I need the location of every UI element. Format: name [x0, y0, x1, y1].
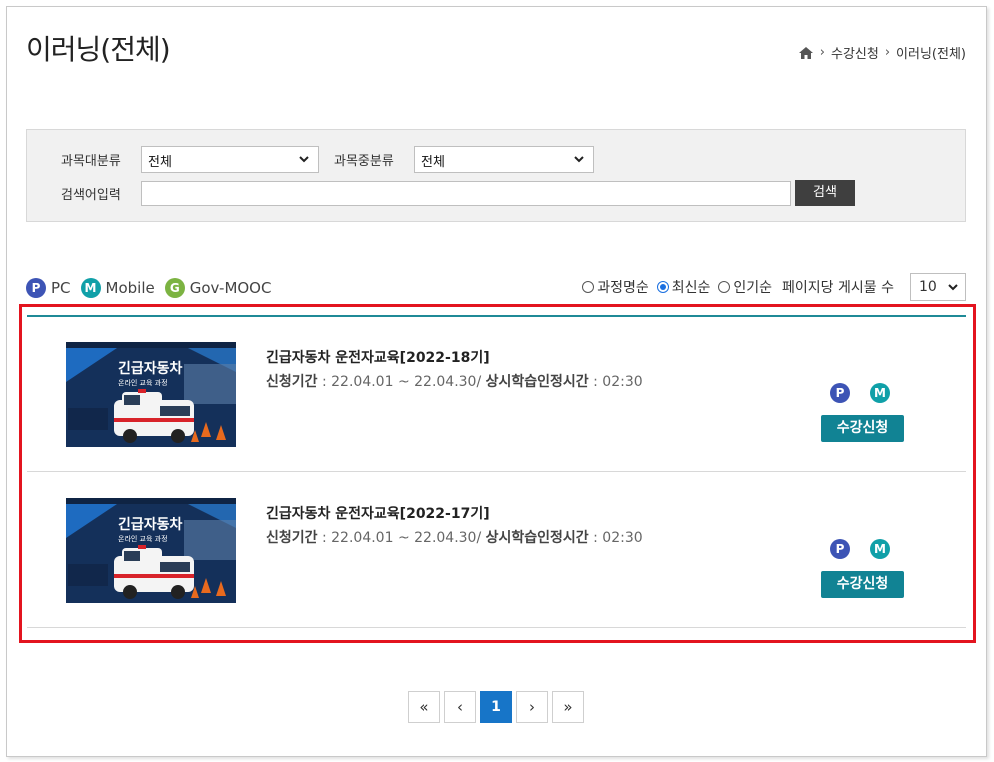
legend-mobile-label: Mobile	[105, 279, 155, 297]
legend-pc: P PC	[26, 278, 71, 298]
last-page-button[interactable]: »	[552, 691, 584, 723]
radio-unchecked-icon[interactable]	[718, 281, 731, 293]
breadcrumb: › 수강신청 › 이러닝(전체)	[798, 43, 966, 62]
chevron-down-icon	[299, 156, 309, 163]
keyword-label: 검색어입력	[61, 188, 121, 203]
govmooc-badge-icon: G	[164, 278, 185, 298]
search-panel: 과목대분류 전체 과목중분류 전체 검색어입력 검색	[26, 129, 966, 222]
breadcrumb-item-enroll[interactable]: 수강신청	[831, 43, 879, 62]
search-button[interactable]: 검색	[795, 180, 855, 206]
legend-govmooc: G Gov-MOOC	[164, 278, 272, 298]
next-page-button[interactable]: ›	[516, 691, 548, 723]
prev-page-button[interactable]: ‹	[444, 691, 476, 723]
chevron-down-icon	[948, 284, 958, 291]
sort-option-label: 최신순	[671, 280, 711, 296]
sort-option-name[interactable]: 과정명순	[582, 277, 649, 297]
legend-mobile: M Mobile	[80, 278, 155, 298]
pc-badge-icon: P	[26, 278, 46, 298]
major-category-value: 전체	[148, 155, 172, 170]
major-category-select[interactable]: 전체	[141, 146, 319, 173]
per-page-select[interactable]: 10	[910, 273, 966, 301]
legend-govmooc-label: Gov-MOOC	[189, 279, 272, 297]
per-page-value: 10	[919, 279, 937, 295]
minor-category-label: 과목중분류	[334, 154, 394, 169]
chevron-down-icon	[574, 156, 584, 163]
breadcrumb-separator-icon: ›	[884, 45, 891, 60]
per-page-label: 페이지당 게시물 수	[782, 280, 894, 296]
sort-option-label: 과정명순	[597, 280, 649, 296]
home-icon[interactable]	[798, 46, 814, 60]
pagination: « ‹ 1 › »	[408, 691, 588, 723]
minor-category-select[interactable]: 전체	[414, 146, 594, 173]
radio-checked-icon[interactable]	[656, 281, 669, 293]
mobile-badge-icon: M	[80, 278, 101, 298]
sort-bar: 과정명순 최신순 인기순 페이지당 게시물 수 10	[582, 273, 966, 301]
major-category-label: 과목대분류	[61, 154, 121, 169]
breadcrumb-item-current: 이러닝(전체)	[896, 47, 966, 62]
device-legend: P PC M Mobile G Gov-MOOC	[26, 278, 281, 298]
highlight-box	[19, 304, 976, 643]
sort-option-popular[interactable]: 인기순	[718, 277, 772, 297]
first-page-button[interactable]: «	[408, 691, 440, 723]
radio-unchecked-icon[interactable]	[582, 281, 595, 293]
sort-option-latest[interactable]: 최신순	[656, 277, 711, 297]
sort-option-label: 인기순	[733, 280, 773, 296]
keyword-input[interactable]	[141, 181, 791, 206]
page-title: 이러닝(전체)	[26, 33, 171, 66]
page-button-current[interactable]: 1	[480, 691, 512, 723]
minor-category-value: 전체	[421, 155, 445, 170]
breadcrumb-separator-icon: ›	[819, 45, 825, 60]
legend-pc-label: PC	[51, 279, 71, 297]
